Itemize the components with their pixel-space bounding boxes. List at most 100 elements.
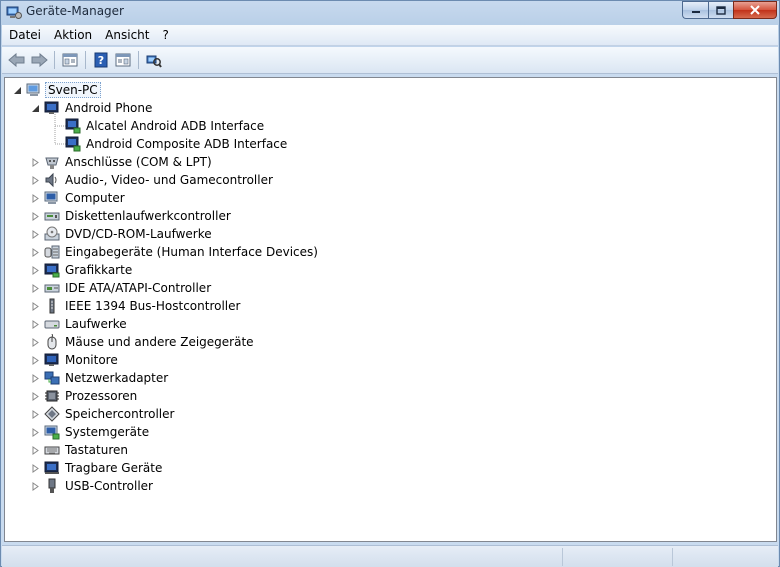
svg-text:?: ? bbox=[98, 54, 104, 67]
back-button[interactable] bbox=[6, 49, 28, 71]
help-button[interactable]: ? bbox=[90, 49, 112, 71]
collapsed-triangle-icon[interactable] bbox=[31, 463, 40, 473]
storage-controller-icon bbox=[44, 406, 60, 422]
toolbar-separator bbox=[85, 51, 86, 69]
tree-item-category[interactable]: Grafikkarte bbox=[31, 261, 134, 279]
collapsed-triangle-icon[interactable] bbox=[31, 373, 40, 383]
tree-item-alcatel-adb[interactable]: Alcatel Android ADB Interface bbox=[65, 117, 266, 135]
tree-item-category[interactable]: Computer bbox=[31, 189, 127, 207]
collapsed-triangle-icon[interactable] bbox=[31, 175, 40, 185]
port-icon bbox=[45, 157, 59, 169]
system-devices-icon bbox=[44, 425, 60, 440]
scan-hardware-button[interactable] bbox=[143, 49, 165, 71]
tree-item-category[interactable]: Mäuse und andere Zeigegeräte bbox=[31, 333, 256, 351]
collapsed-triangle-icon[interactable] bbox=[31, 319, 40, 329]
tree-item-label: Monitore bbox=[65, 353, 118, 367]
floppy-controller-icon bbox=[44, 212, 60, 221]
tree-item-category[interactable]: Tastaturen bbox=[31, 441, 130, 459]
collapsed-triangle-icon[interactable] bbox=[31, 427, 40, 437]
collapsed-triangle-icon[interactable] bbox=[31, 247, 40, 257]
adb-interface-icon bbox=[65, 118, 81, 134]
forward-button[interactable] bbox=[28, 49, 50, 71]
device-tree[interactable]: Sven-PC Android Phone Alcatel Android AD… bbox=[4, 77, 777, 542]
tree-item-label: Grafikkarte bbox=[65, 263, 133, 277]
tree-item-category[interactable]: IDE ATA/ATAPI-Controller bbox=[31, 279, 213, 297]
tree-item-category[interactable]: Laufwerke bbox=[31, 315, 129, 333]
expanded-triangle-icon[interactable] bbox=[13, 86, 22, 95]
tree-item-label: Tastaturen bbox=[65, 443, 128, 457]
minimize-button[interactable] bbox=[682, 1, 708, 19]
collapsed-triangle-icon[interactable] bbox=[31, 265, 40, 275]
forward-arrow-icon bbox=[31, 53, 48, 67]
status-bar bbox=[2, 545, 778, 567]
tree-item-label: Android Phone bbox=[65, 101, 153, 115]
tree-item-label: Netzwerkadapter bbox=[65, 371, 169, 385]
show-hide-console-tree-button[interactable] bbox=[59, 49, 81, 71]
caption-buttons bbox=[682, 1, 777, 19]
window-title: Geräte-Manager bbox=[26, 4, 124, 18]
collapsed-triangle-icon[interactable] bbox=[31, 445, 40, 455]
tree-item-label: IEEE 1394 Bus-Hostcontroller bbox=[65, 299, 241, 313]
menu-datei[interactable]: Datei bbox=[3, 28, 47, 42]
tree-item-category[interactable]: Monitore bbox=[31, 351, 120, 369]
tree-item-category[interactable]: Systemgeräte bbox=[31, 423, 151, 441]
collapsed-triangle-icon[interactable] bbox=[31, 355, 40, 365]
tree-item-category[interactable]: IEEE 1394 Bus-Hostcontroller bbox=[31, 297, 242, 315]
tree-item-android-phone[interactable]: Android Phone bbox=[31, 99, 154, 117]
network-adapter-icon bbox=[44, 371, 60, 385]
tree-item-category[interactable]: Diskettenlaufwerkcontroller bbox=[31, 207, 233, 225]
tree-item-label: DVD/CD-ROM-Laufwerke bbox=[65, 227, 212, 241]
collapsed-triangle-icon[interactable] bbox=[31, 391, 40, 401]
collapsed-triangle-icon[interactable] bbox=[31, 301, 40, 311]
tree-item-category[interactable]: DVD/CD-ROM-Laufwerke bbox=[31, 225, 214, 243]
adb-interface-icon bbox=[65, 136, 81, 152]
toolbar: ? bbox=[2, 47, 778, 74]
collapsed-triangle-icon[interactable] bbox=[31, 337, 40, 347]
close-button[interactable] bbox=[733, 1, 777, 19]
collapsed-triangle-icon[interactable] bbox=[31, 229, 40, 239]
tree-item-category[interactable]: Tragbare Geräte bbox=[31, 459, 164, 477]
cdrom-icon bbox=[44, 226, 60, 241]
menu-aktion[interactable]: Aktion bbox=[48, 28, 98, 42]
tree-item-label: IDE ATA/ATAPI-Controller bbox=[65, 281, 212, 295]
tree-item-label: Tragbare Geräte bbox=[65, 461, 163, 475]
tree-item-label: Speichercontroller bbox=[65, 407, 175, 421]
tree-item-label: Android Composite ADB Interface bbox=[86, 137, 288, 151]
tree-item-category[interactable]: Eingabegeräte (Human Interface Devices) bbox=[31, 243, 320, 261]
toolbar-separator bbox=[54, 51, 55, 69]
collapsed-triangle-icon[interactable] bbox=[31, 481, 40, 491]
collapsed-triangle-icon[interactable] bbox=[31, 283, 40, 293]
tree-item-category[interactable]: Prozessoren bbox=[31, 387, 139, 405]
tree-item-label: USB-Controller bbox=[65, 479, 153, 493]
tree-item-category[interactable]: Anschlüsse (COM & LPT) bbox=[31, 153, 214, 171]
usb-icon bbox=[48, 478, 56, 493]
collapsed-triangle-icon[interactable] bbox=[31, 157, 40, 167]
tree-item-category[interactable]: Audio-, Video- und Gamecontroller bbox=[31, 171, 275, 189]
minimize-icon bbox=[691, 11, 700, 13]
tree-item-category[interactable]: USB-Controller bbox=[31, 477, 155, 495]
help-book-icon: ? bbox=[94, 52, 108, 68]
back-arrow-icon bbox=[8, 53, 25, 67]
collapsed-triangle-icon[interactable] bbox=[31, 193, 40, 203]
collapsed-triangle-icon[interactable] bbox=[31, 211, 40, 221]
menu-ansicht[interactable]: Ansicht bbox=[99, 28, 155, 42]
properties-button[interactable] bbox=[112, 49, 134, 71]
hid-icon bbox=[44, 245, 60, 259]
tree-item-category[interactable]: Netzwerkadapter bbox=[31, 369, 170, 387]
tree-item-category[interactable]: Speichercontroller bbox=[31, 405, 176, 423]
menu-help[interactable]: ? bbox=[156, 28, 174, 42]
status-pane bbox=[562, 548, 672, 566]
tree-item-android-composite-adb[interactable]: Android Composite ADB Interface bbox=[65, 135, 289, 153]
mouse-icon bbox=[47, 334, 57, 350]
tree-item-label: Audio-, Video- und Gamecontroller bbox=[65, 173, 273, 187]
computer-icon bbox=[26, 83, 40, 96]
maximize-button[interactable] bbox=[708, 1, 733, 19]
title-bar[interactable]: Geräte-Manager bbox=[1, 1, 779, 24]
tree-item-label: Prozessoren bbox=[65, 389, 138, 403]
close-icon bbox=[750, 5, 760, 15]
scan-hardware-icon bbox=[146, 55, 162, 68]
tree-root-computer[interactable]: Sven-PC bbox=[13, 81, 101, 99]
expanded-triangle-icon[interactable] bbox=[31, 104, 40, 113]
menu-bar: Datei Aktion Ansicht ? bbox=[2, 25, 778, 46]
collapsed-triangle-icon[interactable] bbox=[31, 409, 40, 419]
